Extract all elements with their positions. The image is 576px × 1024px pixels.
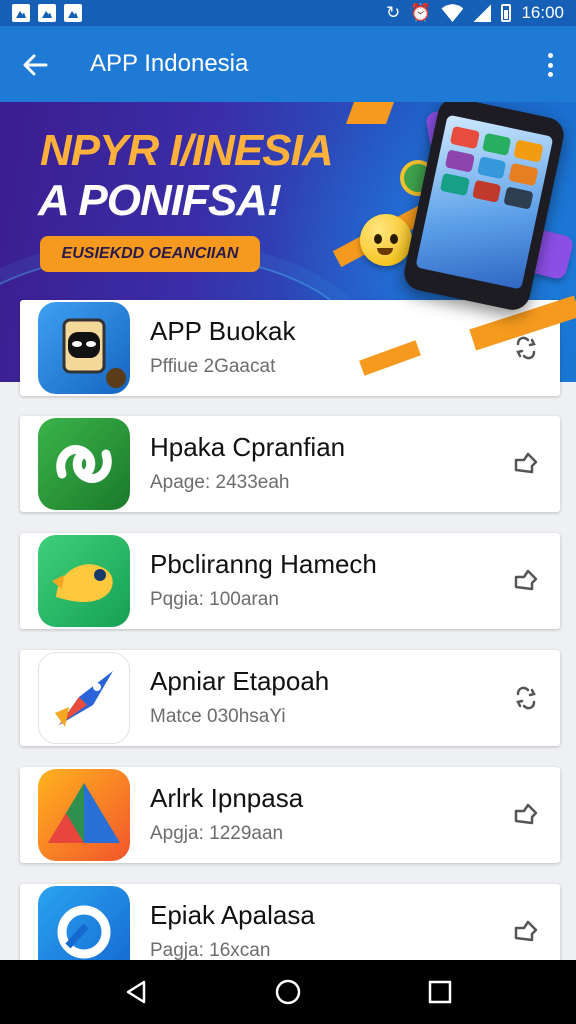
smartphone-illustration — [401, 102, 567, 314]
nav-back-icon[interactable] — [122, 978, 150, 1006]
sync-icon: ↻ — [386, 3, 401, 22]
mask-glyph — [62, 318, 126, 388]
back-button[interactable] — [18, 48, 52, 82]
page-title: APP Indonesia — [90, 50, 249, 77]
nav-home-icon[interactable] — [274, 978, 302, 1006]
notification-icon — [38, 4, 56, 22]
arrow-left-icon — [23, 54, 48, 76]
app-meta: Pffiue 2Gaacat — [150, 356, 276, 377]
wifi-icon — [441, 4, 464, 22]
app-icon-rocket — [38, 652, 130, 744]
share-icon[interactable] — [510, 916, 542, 948]
app-tile — [449, 125, 480, 150]
app-meta: Apgja: 1229aan — [150, 823, 284, 844]
app-tile — [508, 163, 539, 187]
alarm-icon: ⏰ — [410, 3, 432, 22]
app-name: Epiak Apalasa — [150, 900, 315, 930]
more-dot — [547, 62, 553, 68]
share-icon[interactable] — [510, 682, 542, 714]
phone-screen — [415, 114, 554, 290]
status-bar: ↻ ⏰ 16:00 — [0, 0, 576, 26]
fish-glyph — [52, 564, 113, 603]
notification-icon — [12, 4, 30, 22]
list-item[interactable]: Apniar Etapoah Matce 030hsaYi — [20, 650, 560, 746]
app-icon-mask — [38, 302, 130, 394]
app-name: Arlrk Ipnpasa — [150, 783, 304, 813]
app-tile — [513, 139, 544, 163]
app-tile — [476, 156, 507, 180]
status-time: 16:00 — [521, 3, 564, 22]
banner-decoration — [345, 102, 395, 124]
system-icons: ↻ ⏰ 16:00 — [386, 2, 564, 24]
app-icon-fish — [38, 535, 130, 627]
app-name: Hpaka Cpranfian — [150, 432, 346, 462]
app-meta: Pagja: 16xcan — [150, 940, 271, 961]
app-tile — [481, 132, 512, 156]
notification-icons — [12, 4, 82, 22]
app-meta: Matce 030hsaYi — [150, 706, 286, 727]
system-nav-bar — [0, 960, 576, 1024]
share-icon[interactable] — [510, 448, 542, 480]
app-icon-triangle — [38, 769, 130, 861]
swirl-glyph — [56, 445, 112, 483]
banner-subheadline: A PONIFSA! — [38, 176, 282, 225]
smiley-emoji-icon — [360, 214, 412, 266]
app-tile — [444, 149, 475, 173]
app-icon-green-swirl — [38, 418, 130, 510]
more-dot — [547, 72, 553, 77]
app-tile — [471, 179, 502, 203]
list-item[interactable]: Arlrk Ipnpasa Apgja: 1229aan — [20, 767, 560, 863]
app-bar: APP Indonesia — [0, 26, 576, 102]
list-item[interactable]: Hpaka Cpranfian Apage: 2433eah — [20, 416, 560, 512]
app-meta: Apage: 2433eah — [150, 472, 290, 493]
app-name: APP Buokak — [150, 316, 296, 346]
more-vertical-icon — [547, 53, 553, 58]
more-options-button[interactable] — [538, 50, 562, 80]
notification-icon — [64, 4, 82, 22]
share-icon[interactable] — [510, 565, 542, 597]
list-item[interactable]: Pbcliranng Hamech Pqgia: 100aran — [20, 533, 560, 629]
banner-cta[interactable]: EUSIEKDD OEANCIIAN — [40, 236, 260, 272]
app-meta: Pqgia: 100aran — [150, 589, 279, 610]
battery-icon — [501, 4, 512, 22]
triangle-glyph — [48, 783, 120, 843]
banner-headline: NPYR I/INESIA — [40, 126, 334, 175]
nav-recents-icon[interactable] — [426, 978, 454, 1006]
app-tile — [439, 172, 470, 197]
signal-icon — [473, 4, 492, 22]
app-tile — [503, 186, 534, 210]
rocket-glyph — [55, 671, 113, 727]
share-icon[interactable] — [510, 799, 542, 831]
app-name: Pbcliranng Hamech — [150, 549, 377, 579]
app-name: Apniar Etapoah — [150, 666, 330, 696]
